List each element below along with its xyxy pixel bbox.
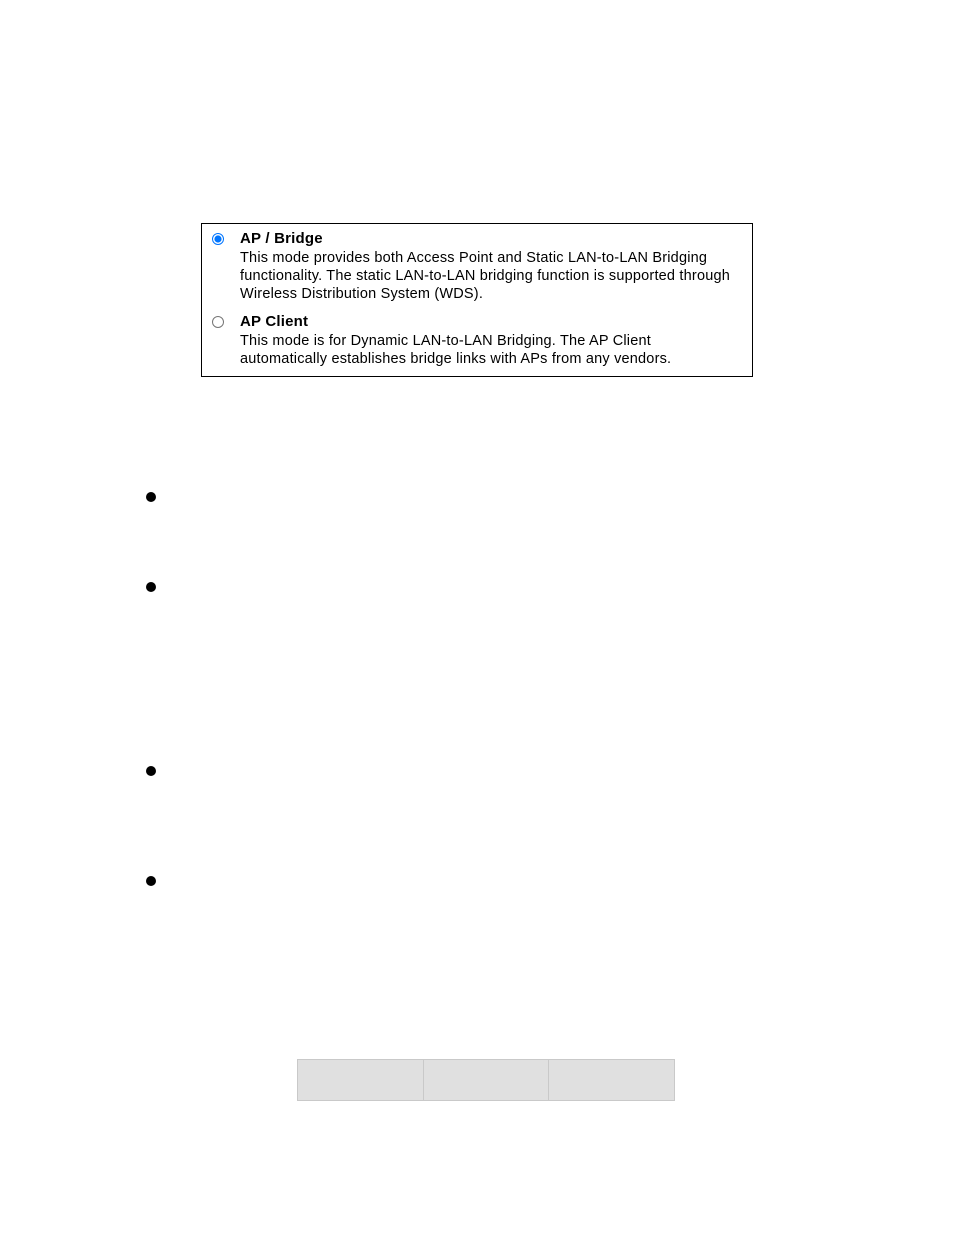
radio-ap-client[interactable] (212, 316, 224, 328)
operation-mode-box: AP / Bridge This mode provides both Acce… (201, 223, 753, 377)
option-ap-bridge-row: AP / Bridge This mode provides both Acce… (212, 230, 742, 303)
footer-cell-3 (549, 1059, 675, 1101)
option-ap-bridge-text: AP / Bridge This mode provides both Acce… (240, 230, 742, 303)
bullet-icon (146, 876, 156, 886)
footer-button-row (297, 1059, 675, 1101)
radio-ap-bridge[interactable] (212, 233, 224, 245)
footer-cell-2 (424, 1059, 550, 1101)
bullet-icon (146, 766, 156, 776)
option-ap-bridge-title: AP / Bridge (240, 230, 323, 247)
bullet-icon (146, 582, 156, 592)
option-ap-client-text: AP Client This mode is for Dynamic LAN-t… (240, 313, 742, 368)
option-ap-client-desc: This mode is for Dynamic LAN-to-LAN Brid… (240, 333, 671, 367)
option-ap-client-row: AP Client This mode is for Dynamic LAN-t… (212, 313, 742, 368)
option-ap-client-title: AP Client (240, 313, 308, 330)
option-ap-bridge-desc: This mode provides both Access Point and… (240, 250, 730, 302)
bullet-icon (146, 492, 156, 502)
footer-cell-1 (297, 1059, 424, 1101)
